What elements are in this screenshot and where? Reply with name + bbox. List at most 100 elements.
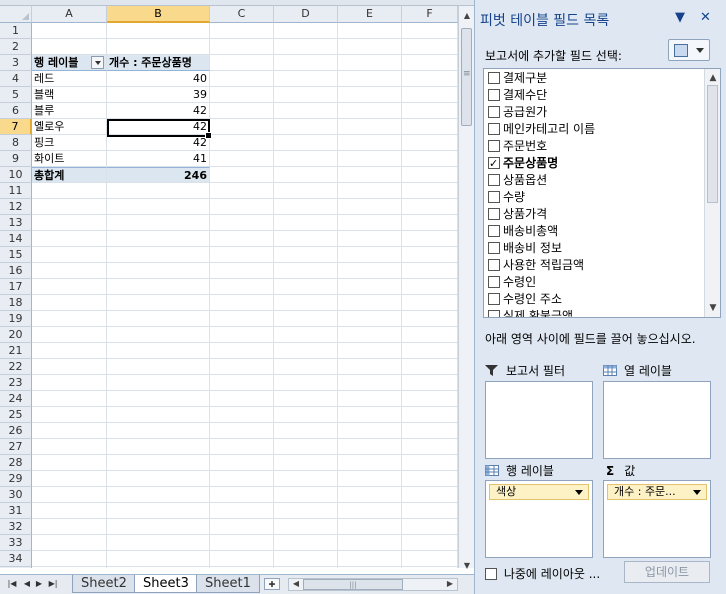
cell[interactable] (402, 519, 458, 535)
cell[interactable] (32, 311, 107, 327)
cell[interactable] (32, 455, 107, 471)
field-item[interactable]: 주문번호 (488, 138, 547, 155)
cell[interactable] (402, 71, 458, 87)
first-sheet-icon[interactable]: |◀ (6, 578, 18, 590)
cell[interactable] (274, 391, 338, 407)
pivot-row-value[interactable]: 42 (107, 135, 210, 151)
cell[interactable] (402, 503, 458, 519)
row-field-chip[interactable]: 색상 (489, 484, 589, 500)
cell[interactable] (274, 407, 338, 423)
sheet-tab-sheet3[interactable]: Sheet3 (134, 575, 198, 593)
row-header[interactable]: 3 (0, 55, 32, 71)
cell[interactable] (32, 503, 107, 519)
vertical-scrollbar[interactable]: ▲ ▼ (458, 6, 474, 570)
cell[interactable] (338, 199, 402, 215)
row-header[interactable]: 2 (0, 39, 32, 55)
panel-menu-chevron-icon[interactable]: ▼ (675, 10, 685, 25)
cell[interactable] (210, 23, 274, 39)
cell[interactable] (274, 119, 338, 135)
cell[interactable] (107, 487, 210, 503)
cell[interactable] (107, 407, 210, 423)
cell[interactable] (107, 215, 210, 231)
cell[interactable] (210, 535, 274, 551)
cell[interactable] (32, 471, 107, 487)
cell[interactable] (210, 215, 274, 231)
cell[interactable] (402, 535, 458, 551)
cell[interactable] (32, 327, 107, 343)
vertical-scroll-thumb[interactable] (461, 28, 472, 126)
cell[interactable] (107, 231, 210, 247)
chevron-down-icon[interactable] (693, 490, 701, 495)
cell[interactable] (402, 311, 458, 327)
pivot-row-value[interactable]: 42 (107, 119, 210, 135)
next-sheet-icon[interactable]: ▶ (33, 578, 45, 590)
cell[interactable] (107, 199, 210, 215)
cell[interactable] (210, 439, 274, 455)
cell[interactable] (32, 519, 107, 535)
select-all-corner[interactable] (0, 6, 32, 23)
row-header[interactable]: 9 (0, 151, 32, 167)
cell[interactable] (210, 487, 274, 503)
defer-checkbox[interactable] (485, 568, 497, 580)
row-header[interactable]: 12 (0, 199, 32, 215)
cell[interactable] (210, 503, 274, 519)
cell[interactable] (402, 135, 458, 151)
row-header[interactable]: 34 (0, 551, 32, 567)
field-checkbox[interactable] (488, 225, 500, 237)
cell[interactable] (274, 487, 338, 503)
prev-sheet-icon[interactable]: ◀ (21, 578, 33, 590)
field-item[interactable]: 공급원가 (488, 104, 547, 121)
cell[interactable] (274, 55, 338, 71)
cell[interactable] (274, 375, 338, 391)
column-header-f[interactable]: F (402, 6, 458, 23)
value-field-chip[interactable]: 개수 : 주문... (607, 484, 707, 500)
cell[interactable] (402, 391, 458, 407)
row-header[interactable]: 5 (0, 87, 32, 103)
cell[interactable] (402, 439, 458, 455)
row-header[interactable]: 1 (0, 23, 32, 39)
column-labels-area[interactable] (603, 381, 711, 459)
cell[interactable] (210, 87, 274, 103)
cell[interactable] (274, 503, 338, 519)
last-sheet-icon[interactable]: ▶| (47, 578, 59, 590)
cell[interactable] (107, 375, 210, 391)
row-header[interactable]: 21 (0, 343, 32, 359)
field-item[interactable]: 수량 (488, 189, 525, 206)
cell[interactable] (32, 215, 107, 231)
field-scroll-up-icon[interactable]: ▲ (706, 71, 720, 85)
row-header[interactable]: 19 (0, 311, 32, 327)
cell[interactable] (210, 519, 274, 535)
cell[interactable] (338, 423, 402, 439)
cell[interactable] (107, 567, 210, 568)
cell[interactable] (107, 263, 210, 279)
field-item[interactable]: 상품가격 (488, 206, 547, 223)
cell[interactable] (107, 183, 210, 199)
field-checkbox[interactable] (488, 242, 500, 254)
cell[interactable] (107, 391, 210, 407)
cell[interactable] (402, 23, 458, 39)
cell[interactable] (107, 327, 210, 343)
cell[interactable] (210, 55, 274, 71)
cell[interactable] (402, 359, 458, 375)
pivot-row-value[interactable]: 42 (107, 103, 210, 119)
row-header[interactable]: 11 (0, 183, 32, 199)
cell[interactable] (338, 295, 402, 311)
cell[interactable] (210, 151, 274, 167)
cell[interactable] (210, 551, 274, 567)
row-header[interactable]: 31 (0, 503, 32, 519)
cell[interactable] (274, 567, 338, 568)
cell[interactable] (107, 359, 210, 375)
cell[interactable] (338, 343, 402, 359)
field-list-scroll-thumb[interactable] (707, 85, 718, 203)
cell[interactable] (274, 295, 338, 311)
cell[interactable] (107, 23, 210, 39)
pivot-row-label-header[interactable]: 행 레이블 (32, 55, 107, 71)
field-layout-button[interactable] (668, 39, 710, 61)
field-item[interactable]: 수령인 주소 (488, 291, 562, 308)
row-header[interactable]: 32 (0, 519, 32, 535)
column-header-e[interactable]: E (338, 6, 402, 23)
field-checkbox[interactable] (488, 72, 500, 84)
cell[interactable] (210, 279, 274, 295)
cell[interactable] (210, 391, 274, 407)
cell[interactable] (210, 295, 274, 311)
